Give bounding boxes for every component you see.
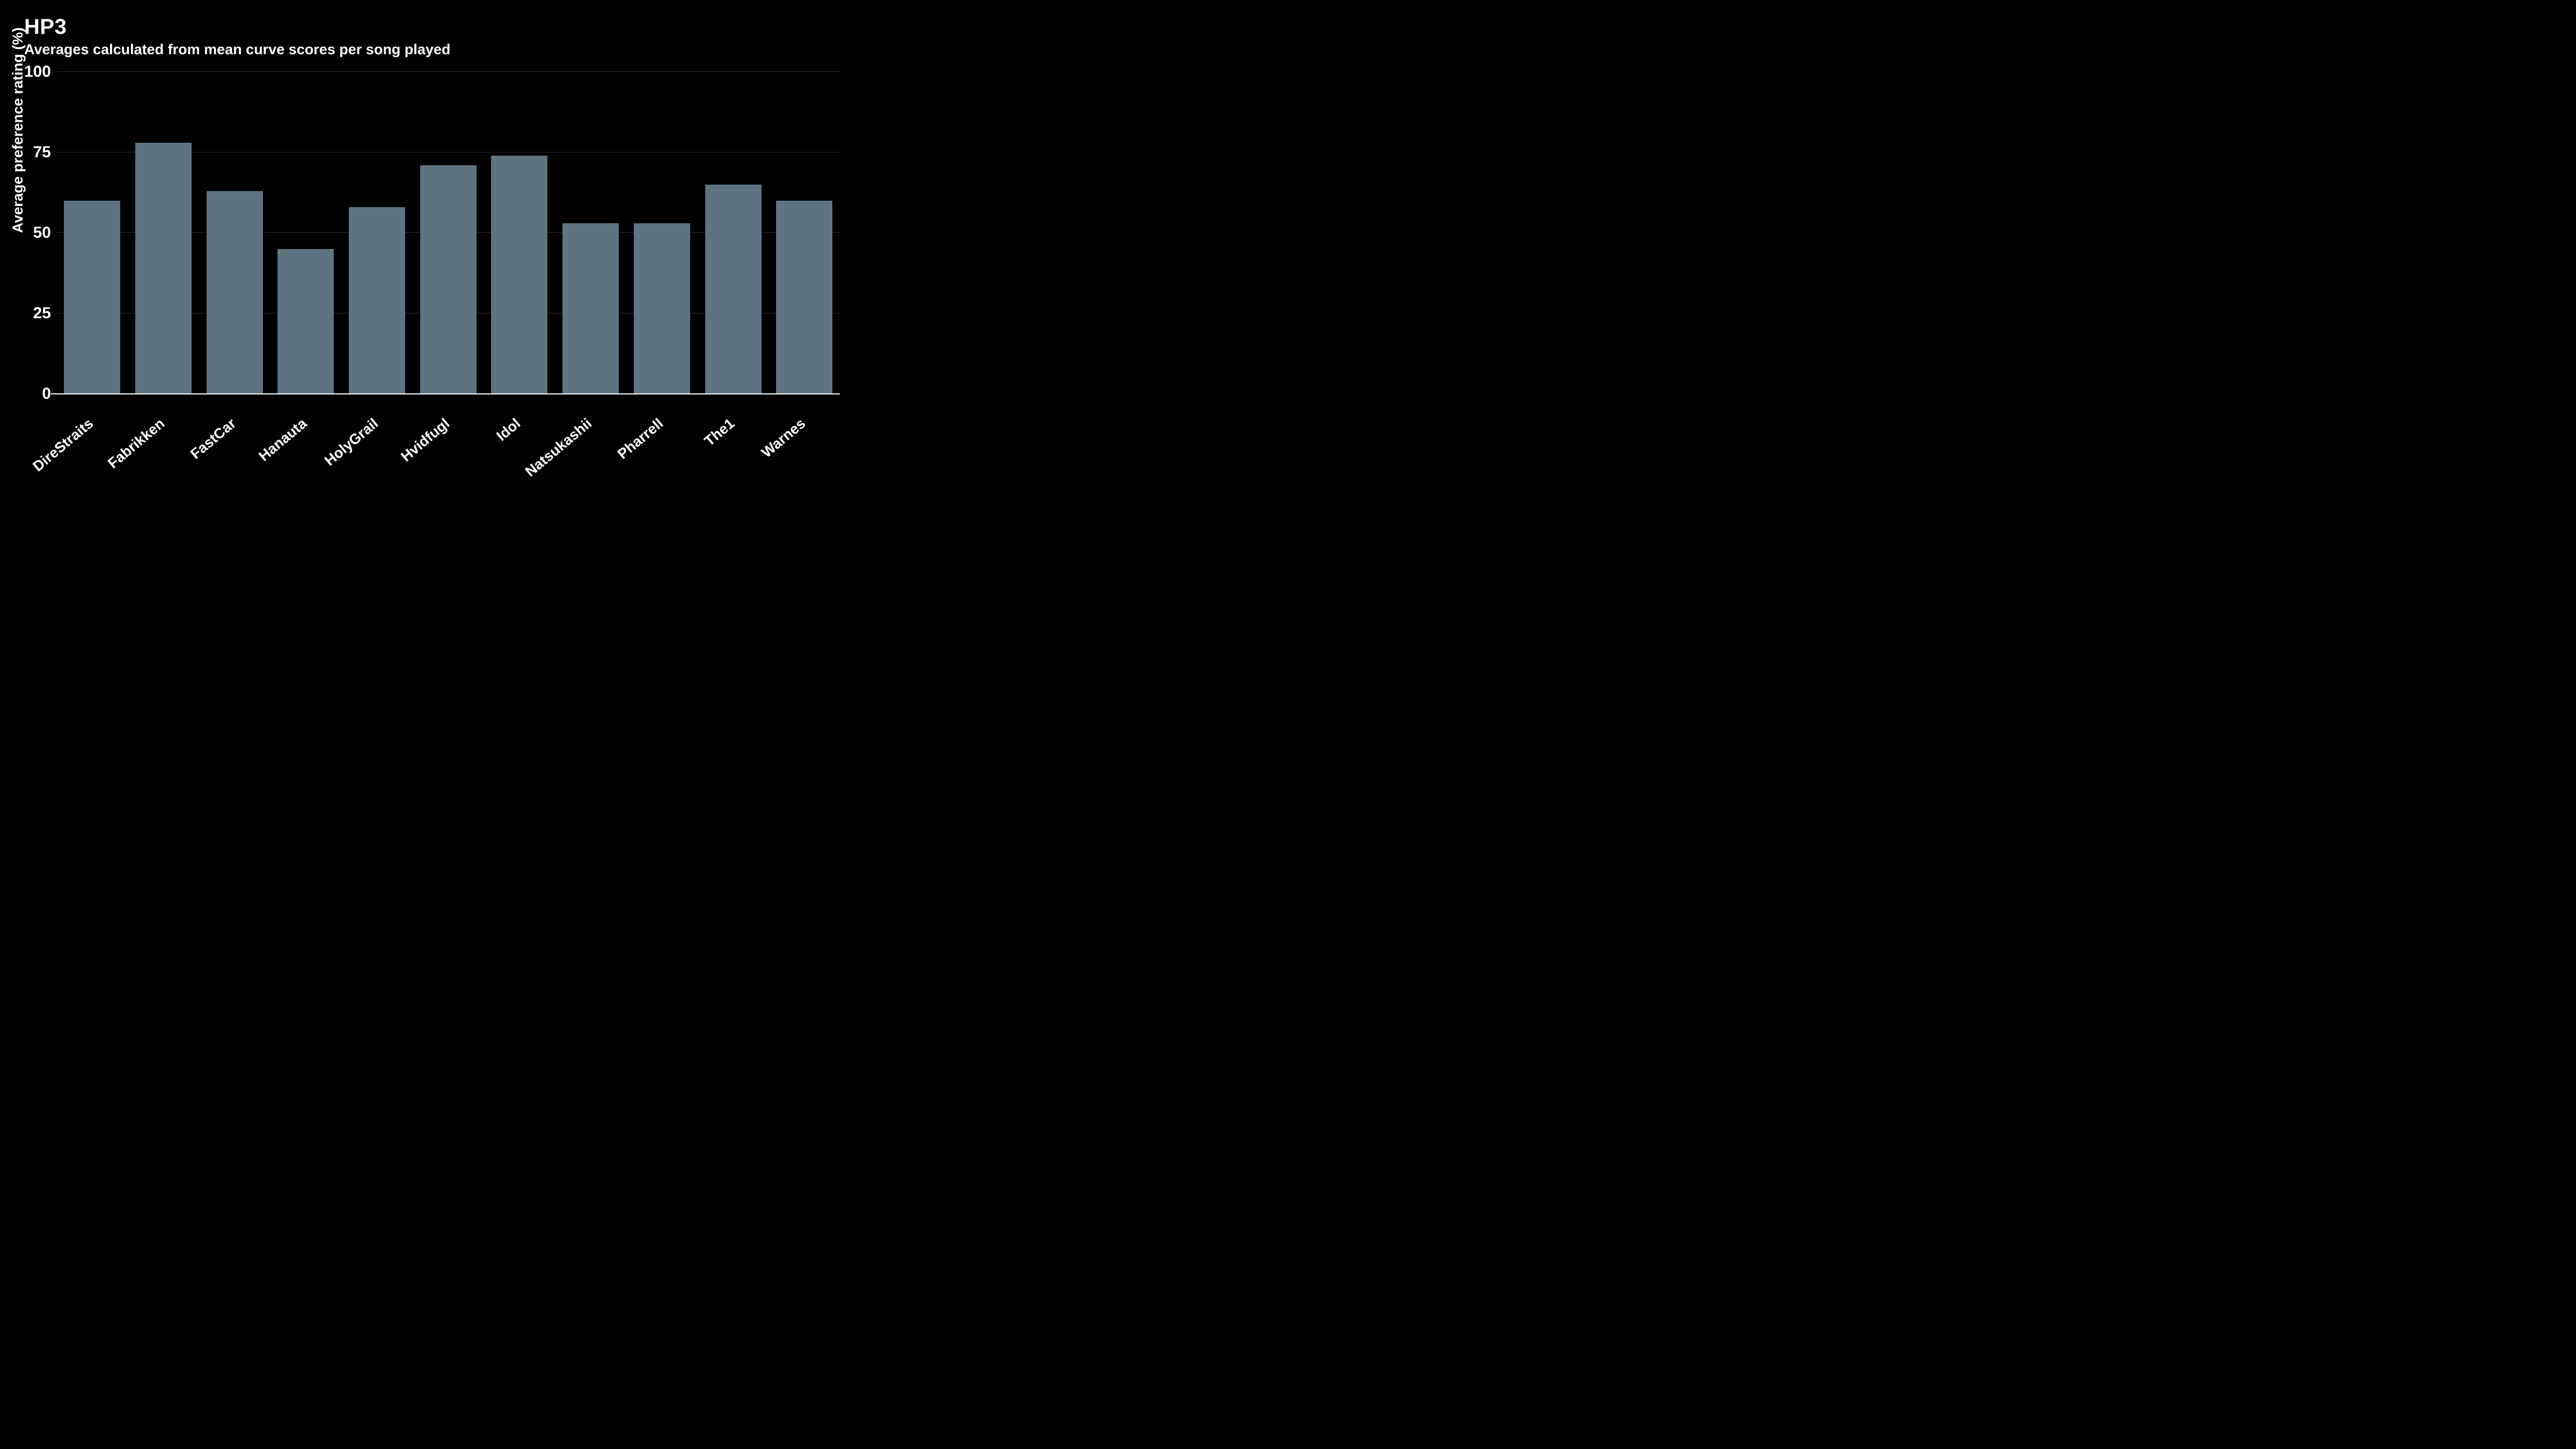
chart-container: HP3 Averages calculated from mean curve …: [0, 0, 859, 483]
x-axis-line: [51, 393, 840, 394]
bar-direstraits: [64, 201, 120, 394]
chart-title: HP3: [24, 15, 450, 39]
y-tick-label: 100: [8, 63, 51, 81]
title-block: HP3 Averages calculated from mean curve …: [24, 15, 450, 58]
y-tick-label: 25: [8, 304, 51, 323]
bar-warnes: [776, 201, 832, 394]
bar-idol: [491, 156, 547, 394]
gridline: [56, 71, 840, 72]
bar-the1: [705, 185, 762, 394]
bar-hvidfugl: [420, 165, 477, 394]
chart-subtitle: Averages calculated from mean curve scor…: [24, 41, 450, 58]
x-tick-label: DireStraits: [4, 415, 97, 483]
bar-natsukashii: [562, 223, 619, 394]
y-tick-label: 0: [8, 385, 51, 403]
plot-area: [56, 72, 840, 394]
y-axis-label: Average preference rating (%): [10, 27, 26, 233]
y-tick-label: 50: [8, 224, 51, 242]
bar-pharrell: [634, 223, 690, 394]
bar-fabrikken: [135, 143, 192, 394]
bar-holygrail: [349, 207, 405, 394]
bar-fastcar: [207, 191, 263, 394]
bar-hanauta: [277, 249, 334, 394]
y-tick-label: 75: [8, 143, 51, 162]
